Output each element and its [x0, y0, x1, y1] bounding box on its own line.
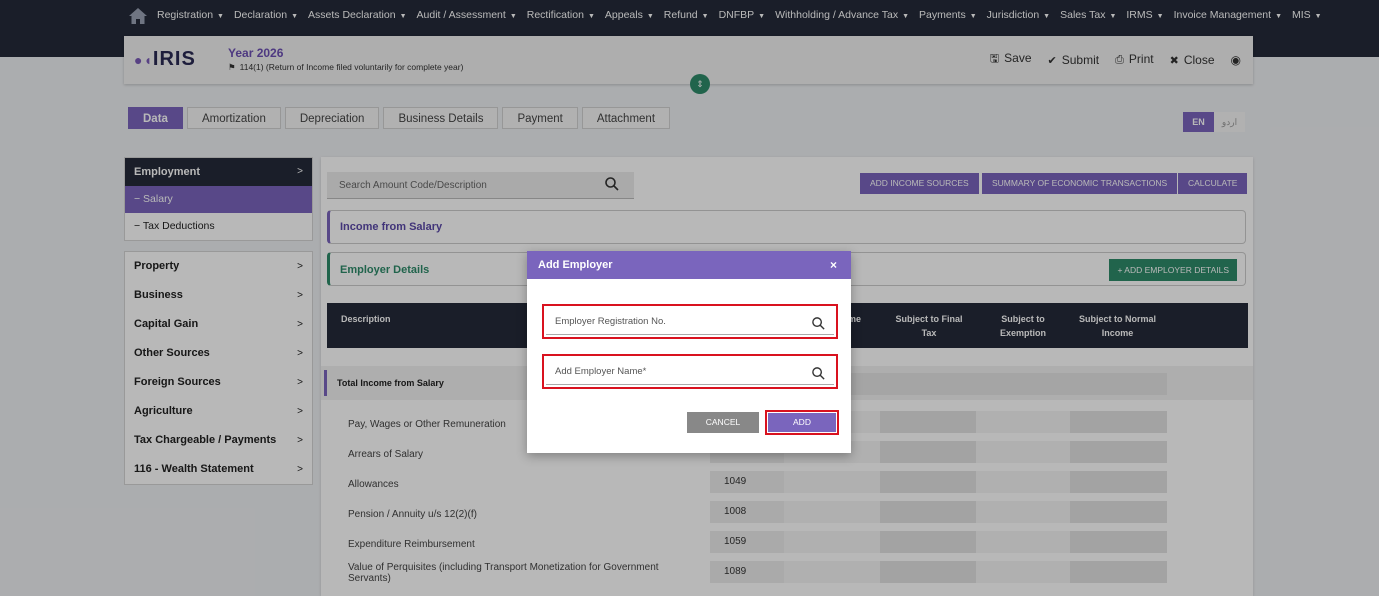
employer-registration-input[interactable]: Employer Registration No. — [546, 308, 834, 335]
add-button[interactable]: ADD — [768, 413, 836, 432]
dialog-header: Add Employer × — [527, 251, 851, 279]
employer-registration-placeholder: Employer Registration No. — [555, 316, 666, 327]
employer-name-input[interactable]: Add Employer Name* — [546, 358, 834, 385]
employer-name-placeholder: Add Employer Name* — [555, 366, 647, 377]
close-icon[interactable]: × — [830, 251, 837, 279]
cancel-button[interactable]: CANCEL — [687, 412, 759, 433]
dialog-title: Add Employer — [538, 259, 613, 271]
add-button-highlight: ADD — [765, 410, 839, 435]
search-icon[interactable] — [811, 366, 826, 381]
employer-name-field[interactable]: Add Employer Name* — [542, 354, 838, 389]
add-employer-dialog: Add Employer × Employer Registration No.… — [527, 251, 851, 453]
search-icon[interactable] — [811, 316, 826, 331]
employer-registration-field[interactable]: Employer Registration No. — [542, 304, 838, 339]
